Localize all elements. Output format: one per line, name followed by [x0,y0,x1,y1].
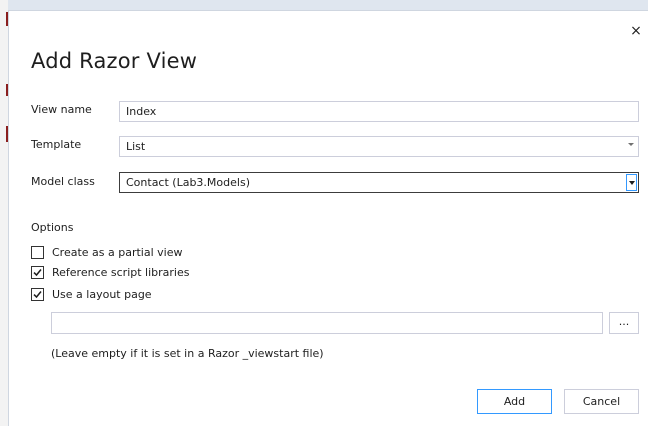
model-class-select[interactable]: Contact (Lab3.Models) [119,172,639,193]
options-heading: Options [31,221,74,234]
model-class-label: Model class [31,175,95,188]
background-window-edge [0,0,8,426]
model-class-value: Contact (Lab3.Models) [126,176,250,189]
script-libraries-checkbox[interactable] [31,265,44,279]
script-libraries-label: Reference script libraries [52,265,190,279]
layout-page-checkbox-row[interactable]: Use a layout page [31,286,152,302]
layout-hint-text: (Leave empty if it is set in a Razor _vi… [51,347,324,360]
close-icon[interactable]: × [628,23,644,39]
template-select[interactable]: List [119,136,639,157]
partial-view-label: Create as a partial view [52,245,183,259]
add-button[interactable]: Add [477,389,552,414]
checkmark-icon [33,268,42,276]
view-name-input[interactable]: Index [119,101,639,122]
dialog-title: Add Razor View [31,49,198,73]
chevron-down-icon [628,143,634,146]
partial-view-checkbox-row[interactable]: Create as a partial view [31,244,183,260]
script-libraries-checkbox-row[interactable]: Reference script libraries [31,264,189,280]
partial-view-checkbox[interactable] [31,245,44,259]
layout-page-checkbox[interactable] [31,287,44,301]
dropdown-button[interactable] [626,174,637,191]
browse-button[interactable]: ... [609,312,639,334]
checkmark-icon [33,290,42,298]
add-razor-view-dialog: × Add Razor View View name Index Templat… [8,10,648,426]
template-label: Template [31,138,82,151]
template-value: List [126,140,146,153]
layout-page-path-input[interactable] [51,312,603,334]
cancel-button[interactable]: Cancel [564,389,639,414]
view-name-label: View name [31,103,92,116]
layout-page-label: Use a layout page [52,287,152,301]
view-name-value: Index [126,105,157,118]
chevron-down-icon [629,181,635,185]
